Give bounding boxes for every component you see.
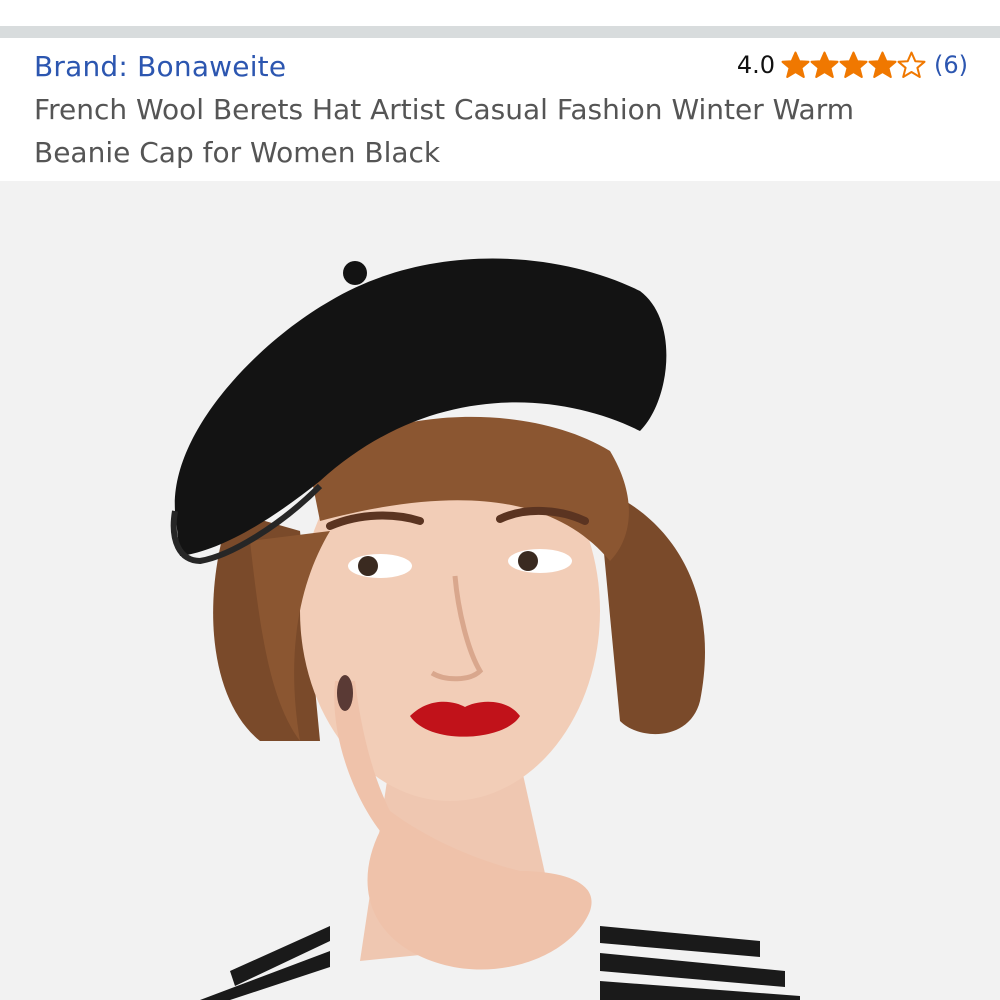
product-image[interactable]: [0, 181, 1000, 1000]
product-title[interactable]: French Wool Berets Hat Artist Casual Fas…: [34, 88, 934, 174]
rating-summary[interactable]: 4.0 (6): [737, 50, 968, 80]
star-outline-icon: [897, 51, 926, 78]
top-spacer: [0, 0, 1000, 26]
top-divider-bar: [0, 26, 1000, 38]
brand-link[interactable]: Brand: Bonaweite: [34, 50, 286, 83]
rating-value: 4.0: [736, 51, 775, 79]
product-header: Brand: Bonaweite 4.0 (6) French Wool Ber…: [0, 38, 1000, 181]
review-count-link[interactable]: (6): [934, 51, 968, 79]
star-icon: [839, 51, 868, 78]
star-icon: [810, 51, 839, 78]
rating-stars[interactable]: [781, 51, 926, 79]
star-icon: [781, 51, 810, 78]
star-icon: [868, 51, 897, 78]
product-photo-illustration: [0, 181, 1000, 1000]
